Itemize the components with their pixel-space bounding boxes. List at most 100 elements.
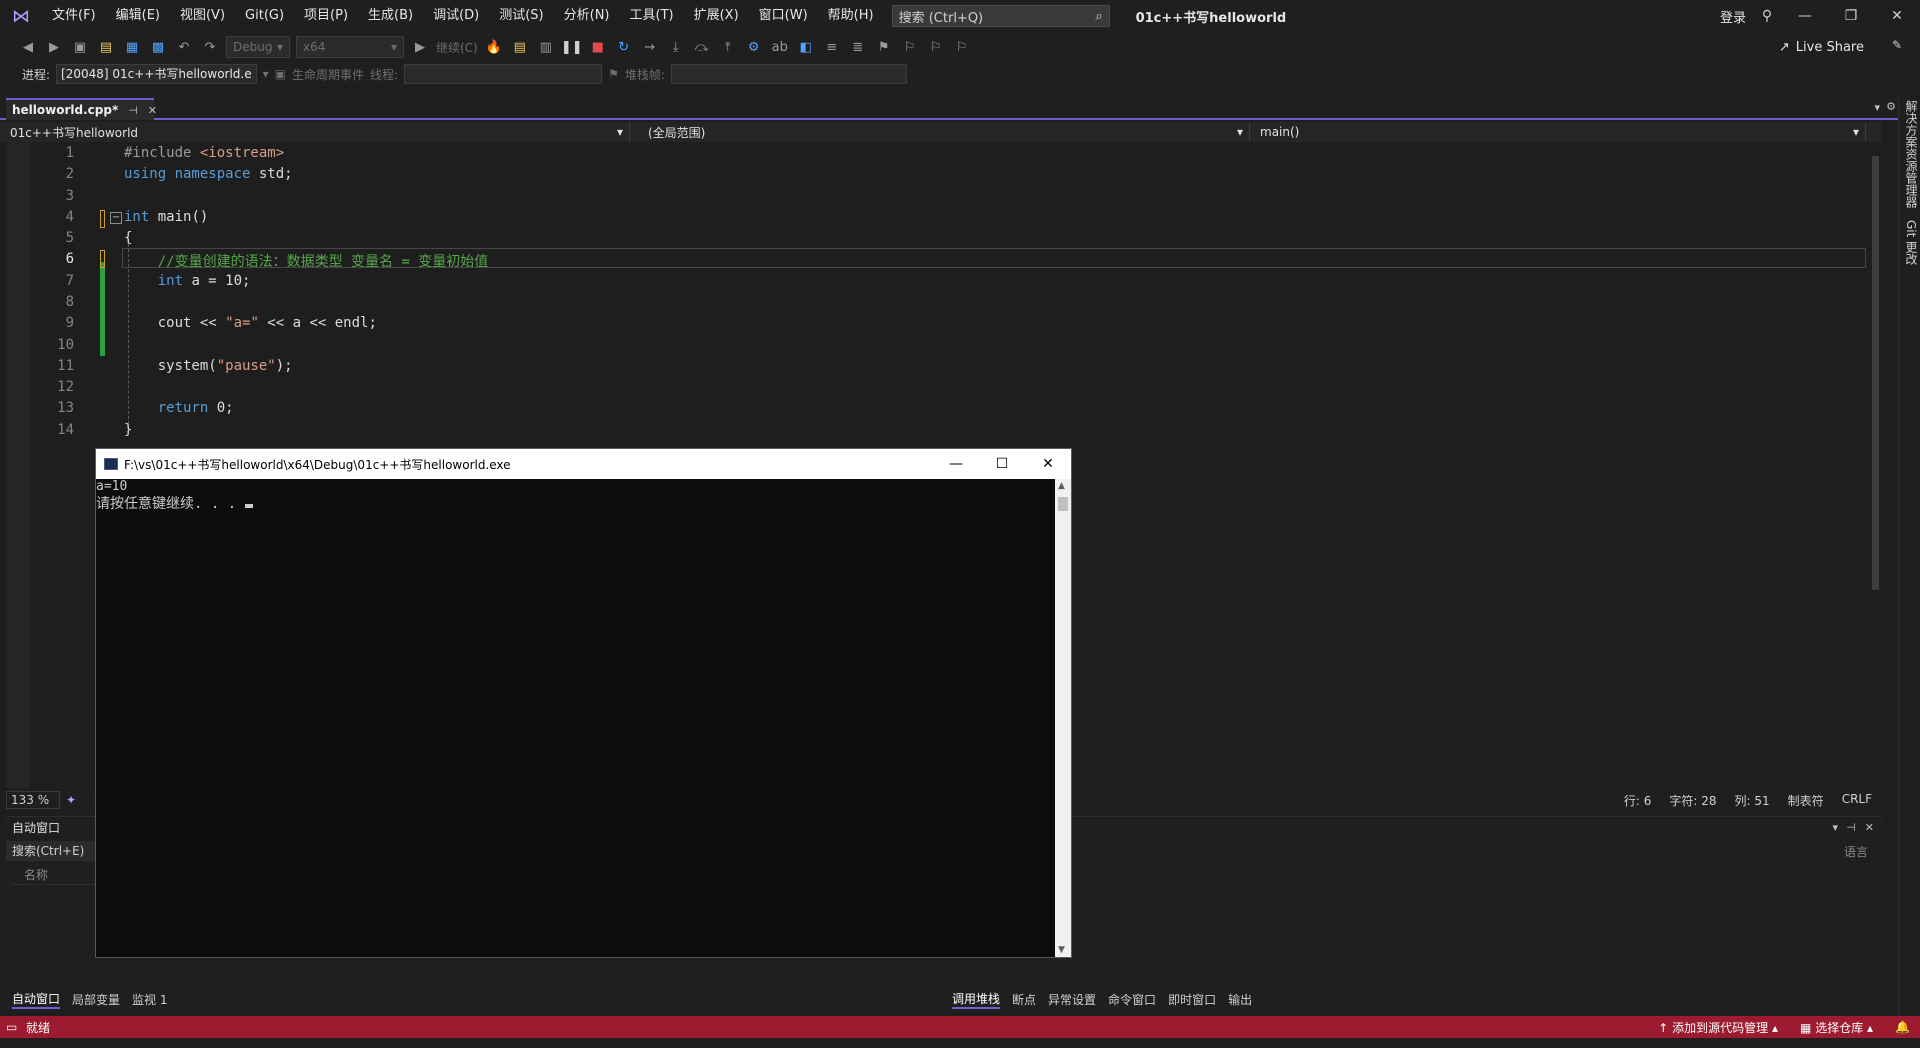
- comment-icon[interactable]: ≡: [822, 37, 842, 57]
- menu-test[interactable]: 测试(S): [489, 0, 553, 32]
- account-icon[interactable]: ⚲: [1752, 0, 1782, 32]
- save-all-icon[interactable]: ▩: [148, 37, 168, 57]
- tab-output[interactable]: 输出: [1228, 991, 1252, 1008]
- tab-dropdown-icon[interactable]: ▾: [1874, 101, 1880, 114]
- collapse-icon[interactable]: −: [110, 212, 122, 224]
- navigate-forward-icon[interactable]: ▶: [44, 37, 64, 57]
- clear-bookmarks-icon[interactable]: ⚐: [952, 37, 972, 57]
- zoom-select[interactable]: 133 %: [6, 791, 60, 809]
- eol-info[interactable]: CRLF: [1842, 792, 1872, 809]
- tab-info[interactable]: 制表符: [1788, 792, 1824, 809]
- bookmark-icon[interactable]: ⚑: [874, 37, 894, 57]
- tab-call-stack[interactable]: 调用堆栈: [952, 990, 1001, 1009]
- add-to-source-control-button[interactable]: ↑ 添加到源代码管理 ▴: [1658, 1019, 1778, 1036]
- console-maximize-button[interactable]: ☐: [979, 449, 1025, 479]
- menu-view[interactable]: 视图(V): [170, 0, 235, 32]
- lifecycle-icon[interactable]: ▣: [275, 67, 286, 81]
- spell-check-icon[interactable]: ab: [770, 37, 790, 57]
- menu-edit[interactable]: 编辑(E): [106, 0, 170, 32]
- scroll-up-arrow-icon[interactable]: ▲: [1058, 481, 1065, 491]
- step-over-icon[interactable]: ⤼: [692, 37, 712, 57]
- new-project-icon[interactable]: ▣: [70, 37, 90, 57]
- menu-help[interactable]: 帮助(H): [818, 0, 884, 32]
- function-dropdown[interactable]: main() ▾: [1250, 122, 1866, 142]
- line-info[interactable]: 行: 6: [1624, 792, 1652, 809]
- close-button[interactable]: ✕: [1874, 0, 1920, 32]
- menu-git[interactable]: Git(G): [235, 0, 294, 32]
- scope-dropdown[interactable]: (全局范围) ▾: [630, 122, 1250, 142]
- thread-select[interactable]: [404, 64, 603, 84]
- open-file-icon[interactable]: ▤: [96, 37, 116, 57]
- step-into-icon[interactable]: ⤓: [666, 37, 686, 57]
- stack-frame-select[interactable]: [670, 64, 907, 84]
- pin-icon[interactable]: ⊣: [128, 104, 138, 117]
- close-tab-icon[interactable]: ✕: [148, 104, 157, 117]
- pause-icon[interactable]: ❚❚: [561, 37, 583, 57]
- console-close-button[interactable]: ✕: [1025, 449, 1071, 479]
- menu-debug[interactable]: 调试(D): [423, 0, 489, 32]
- continue-icon[interactable]: ▶: [410, 37, 430, 57]
- col-info[interactable]: 列: 51: [1735, 792, 1770, 809]
- notifications-icon[interactable]: 🔔: [1895, 1020, 1910, 1034]
- login-button[interactable]: 登录: [1720, 7, 1746, 26]
- tab-locals[interactable]: 局部变量: [72, 991, 120, 1008]
- menu-extensions[interactable]: 扩展(X): [684, 0, 749, 32]
- diagnostics-icon[interactable]: ⚙: [744, 37, 764, 57]
- navigate-back-icon[interactable]: ◀: [18, 37, 38, 57]
- solution-platform-select[interactable]: x64 ▾: [296, 36, 404, 58]
- feedback-icon[interactable]: ✎: [1892, 38, 1902, 52]
- scroll-down-arrow-icon[interactable]: ▼: [1058, 945, 1065, 955]
- menu-window[interactable]: 窗口(W): [749, 0, 818, 32]
- search-input[interactable]: 搜索 (Ctrl+Q) ⌕: [891, 5, 1110, 27]
- lifecycle-events-button[interactable]: 生命周期事件: [292, 66, 364, 83]
- solution-explorer-tab[interactable]: 解决方案资源管理器: [1903, 100, 1920, 208]
- menu-build[interactable]: 生成(B): [358, 0, 423, 32]
- stop-icon[interactable]: ■: [588, 37, 608, 57]
- tab-immediate-window[interactable]: 即时窗口: [1168, 991, 1216, 1008]
- next-bookmark-icon[interactable]: ⚐: [926, 37, 946, 57]
- close-pane-icon[interactable]: ✕: [1865, 821, 1874, 834]
- minimize-button[interactable]: —: [1782, 0, 1828, 32]
- tab-command-window[interactable]: 命令窗口: [1108, 991, 1156, 1008]
- restore-button[interactable]: ❐: [1828, 0, 1874, 32]
- process-select[interactable]: [20048] 01c++书写helloworld.e: [56, 64, 257, 84]
- select-repository-button[interactable]: ▦ 选择仓库 ▴: [1800, 1019, 1873, 1036]
- project-dropdown[interactable]: 01c++书写helloworld ▾: [0, 122, 630, 142]
- hot-reload-icon[interactable]: 🔥: [484, 37, 504, 57]
- menu-file[interactable]: 文件(F): [42, 0, 106, 32]
- undo-icon[interactable]: ↶: [174, 37, 194, 57]
- step-out-icon[interactable]: ⤒: [718, 37, 738, 57]
- column-header-language[interactable]: 语言: [1844, 843, 1868, 860]
- pin-icon[interactable]: ⊣: [1846, 821, 1856, 834]
- char-info[interactable]: 字符: 28: [1669, 792, 1716, 809]
- git-changes-tab[interactable]: Git 更改: [1903, 220, 1920, 265]
- layout-icon[interactable]: ▥: [536, 37, 556, 57]
- settings-gear-icon[interactable]: ⚙: [1886, 100, 1896, 113]
- tab-exception-settings[interactable]: 异常设置: [1048, 991, 1096, 1008]
- tab-autos[interactable]: 自动窗口: [12, 990, 61, 1009]
- console-scrollbar-thumb[interactable]: [1058, 497, 1068, 511]
- console-title-bar[interactable]: F:\vs\01c++书写helloworld\x64\Debug\01c++书…: [96, 449, 1071, 479]
- solution-configuration-select[interactable]: Debug ▾: [226, 36, 290, 58]
- tab-watch-1[interactable]: 监视 1: [132, 991, 167, 1008]
- show-next-statement-icon[interactable]: →: [640, 37, 660, 57]
- visual-studio-logo-icon[interactable]: ⋈: [0, 0, 42, 32]
- menu-tools[interactable]: 工具(T): [620, 0, 684, 32]
- scrollbar-thumb[interactable]: [1872, 156, 1879, 590]
- intellicode-icon[interactable]: ✦: [66, 793, 76, 807]
- console-output[interactable]: a=10 请按任意键继续. . .: [96, 479, 1056, 957]
- tab-helloworld-cpp[interactable]: helloworld.cpp* ⊣ ✕: [6, 98, 157, 120]
- editor-vertical-scrollbar[interactable]: [1868, 142, 1882, 788]
- live-share-button[interactable]: ↗ Live Share: [1779, 32, 1864, 62]
- browse-icon[interactable]: ▤: [510, 37, 530, 57]
- uncomment-icon[interactable]: ≣: [848, 37, 868, 57]
- restart-icon[interactable]: ↻: [614, 37, 634, 57]
- tab-breakpoints[interactable]: 断点: [1012, 991, 1036, 1008]
- console-scrollbar[interactable]: ▲ ▼: [1055, 479, 1071, 957]
- console-minimize-button[interactable]: —: [933, 449, 979, 479]
- menu-analyze[interactable]: 分析(N): [554, 0, 620, 32]
- flag-icon[interactable]: ⚑: [608, 67, 619, 81]
- continue-button[interactable]: 继续(C): [436, 39, 478, 56]
- console-window[interactable]: F:\vs\01c++书写helloworld\x64\Debug\01c++书…: [95, 448, 1072, 958]
- redo-icon[interactable]: ↷: [200, 37, 220, 57]
